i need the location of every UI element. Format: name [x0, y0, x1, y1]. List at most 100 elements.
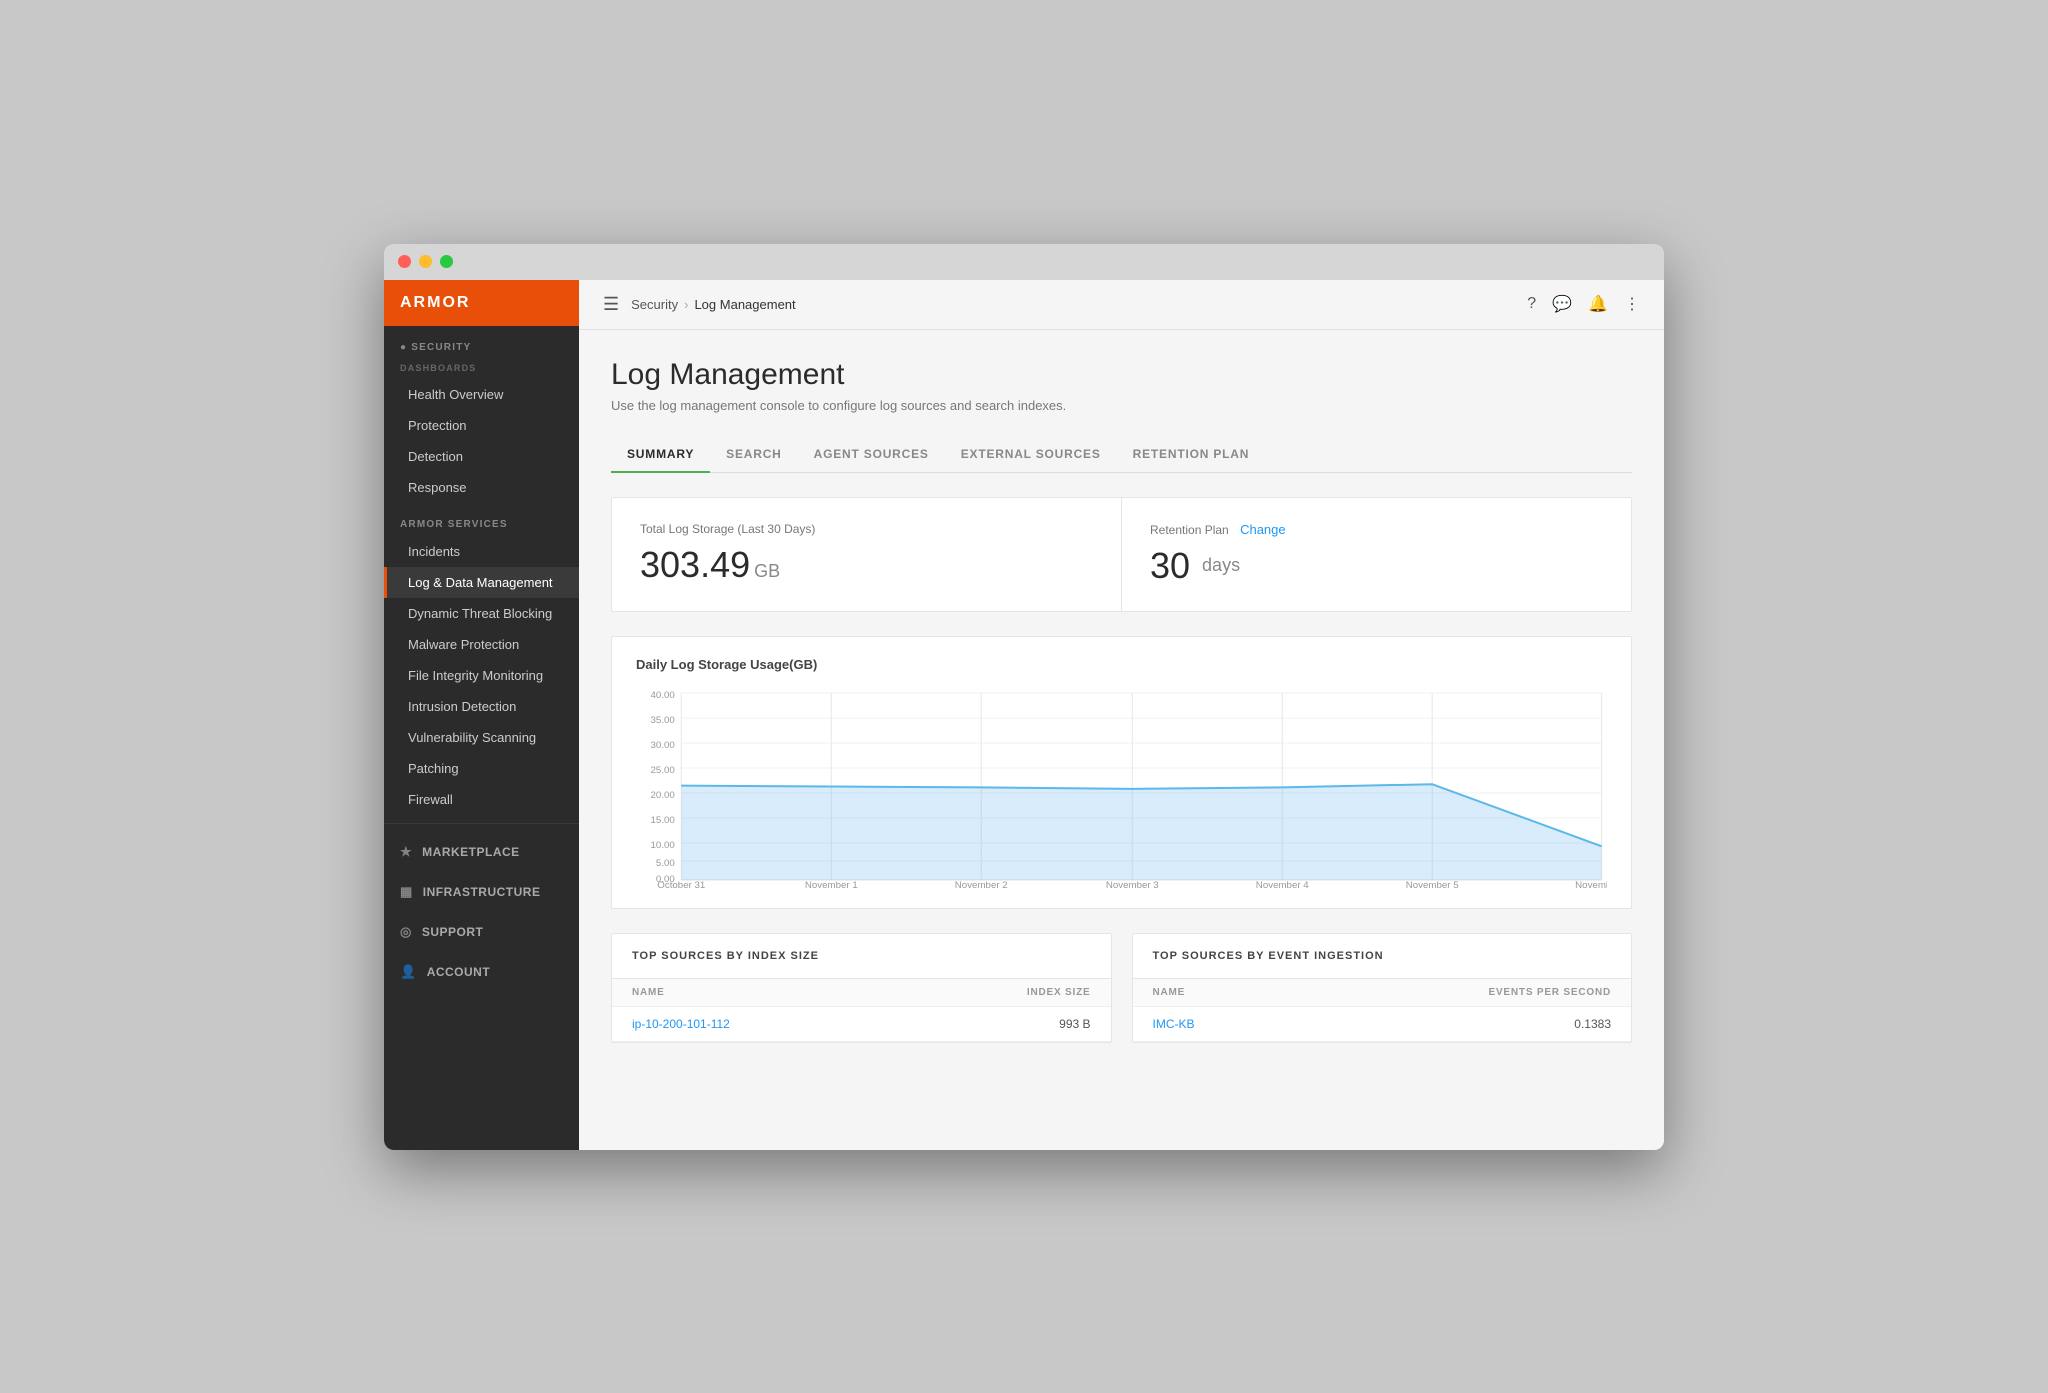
- tab-external-sources[interactable]: EXTERNAL SOURCES: [945, 437, 1117, 473]
- page-title: Log Management: [611, 358, 1632, 392]
- vulnerability-label: Vulnerability Scanning: [408, 730, 536, 745]
- retention-change-link[interactable]: Change: [1240, 522, 1286, 537]
- retention-value: 30days: [1150, 545, 1603, 587]
- logo-text: ARMOR: [400, 294, 470, 312]
- svg-text:November 5: November 5: [1406, 880, 1459, 888]
- marketplace-label: MARKETPLACE: [422, 845, 520, 859]
- sidebar-item-detection[interactable]: Detection: [384, 441, 579, 472]
- response-label: Response: [408, 480, 467, 495]
- sidebar-item-dynamic-threat[interactable]: Dynamic Threat Blocking: [384, 598, 579, 629]
- support-label: SUPPORT: [422, 925, 484, 939]
- svg-text:November 6: November 6: [1575, 880, 1607, 888]
- svg-text:30.00: 30.00: [651, 740, 675, 750]
- maximize-button[interactable]: [440, 255, 453, 268]
- svg-text:25.00: 25.00: [651, 765, 675, 775]
- chart-svg: 40.00 35.00 30.00 25.00 20.00 15.00 10.0…: [636, 688, 1607, 888]
- notifications-icon[interactable]: 🔔: [1588, 294, 1608, 314]
- sidebar-item-marketplace[interactable]: ★ MARKETPLACE: [384, 832, 579, 872]
- protection-label: Protection: [408, 418, 467, 433]
- close-button[interactable]: [398, 255, 411, 268]
- events-col-name: NAME: [1153, 987, 1472, 998]
- svg-text:November 2: November 2: [955, 880, 1008, 888]
- sidebar-item-patching[interactable]: Patching: [384, 753, 579, 784]
- tab-retention-plan[interactable]: RETENTION PLAN: [1117, 437, 1266, 473]
- sidebar-item-infrastructure[interactable]: ▦ INFRASTRUCTURE: [384, 872, 579, 912]
- retention-unit: days: [1202, 555, 1240, 576]
- health-overview-label: Health Overview: [408, 387, 503, 402]
- index-col-value: INDEX SIZE: [951, 987, 1091, 998]
- topbar: ☰ Security › Log Management ? 💬 🔔 ⋮: [579, 280, 1664, 330]
- account-label: ACCOUNT: [427, 965, 491, 979]
- sidebar-item-incidents[interactable]: Incidents: [384, 536, 579, 567]
- firewall-label: Firewall: [408, 792, 453, 807]
- main-content: ☰ Security › Log Management ? 💬 🔔 ⋮ Log …: [579, 280, 1664, 1150]
- sidebar-item-protection[interactable]: Protection: [384, 410, 579, 441]
- chart-section: Daily Log Storage Usage(GB) 40.00 35.00 …: [611, 636, 1632, 909]
- top-sources-events-header: NAME EVENTS PER SECOND: [1133, 979, 1632, 1007]
- top-sources-index-card: TOP SOURCES BY INDEX SIZE NAME INDEX SIZ…: [611, 933, 1112, 1043]
- file-integrity-label: File Integrity Monitoring: [408, 668, 543, 683]
- table-row: ip-10-200-101-112 993 B: [612, 1007, 1111, 1042]
- svg-text:15.00: 15.00: [651, 815, 675, 825]
- events-row-0-name[interactable]: IMC-KB: [1153, 1017, 1472, 1031]
- sidebar: ARMOR ● SECURITY DASHBOARDS Health Overv…: [384, 280, 579, 1150]
- breadcrumb-separator: ›: [684, 297, 688, 312]
- chat-icon[interactable]: 💬: [1552, 294, 1572, 314]
- storage-stat: Total Log Storage (Last 30 Days) 303.49G…: [612, 498, 1121, 611]
- storage-number: 303.49: [640, 544, 750, 585]
- index-row-0-value: 993 B: [951, 1017, 1091, 1031]
- account-icon: 👤: [400, 964, 417, 980]
- index-col-name: NAME: [632, 987, 951, 998]
- chart-container: 40.00 35.00 30.00 25.00 20.00 15.00 10.0…: [636, 688, 1607, 888]
- sidebar-item-malware[interactable]: Malware Protection: [384, 629, 579, 660]
- support-icon: ◎: [400, 924, 412, 940]
- top-sources-events-title: TOP SOURCES BY EVENT INGESTION: [1133, 934, 1632, 979]
- index-row-0-name[interactable]: ip-10-200-101-112: [632, 1017, 951, 1031]
- intrusion-label: Intrusion Detection: [408, 699, 516, 714]
- help-icon[interactable]: ?: [1527, 295, 1536, 313]
- more-icon[interactable]: ⋮: [1624, 294, 1640, 314]
- top-sources-index-header: NAME INDEX SIZE: [612, 979, 1111, 1007]
- svg-text:November 4: November 4: [1256, 880, 1309, 888]
- svg-text:10.00: 10.00: [651, 840, 675, 850]
- tab-search[interactable]: SEARCH: [710, 437, 797, 473]
- dynamic-threat-label: Dynamic Threat Blocking: [408, 606, 552, 621]
- breadcrumb-parent[interactable]: Security: [631, 297, 678, 312]
- retention-label: Retention Plan Change: [1150, 522, 1603, 537]
- sidebar-item-intrusion[interactable]: Intrusion Detection: [384, 691, 579, 722]
- sidebar-item-file-integrity[interactable]: File Integrity Monitoring: [384, 660, 579, 691]
- breadcrumb-current: Log Management: [694, 297, 795, 312]
- dashboards-label: DASHBOARDS: [384, 359, 579, 379]
- sidebar-item-account[interactable]: 👤 ACCOUNT: [384, 952, 579, 992]
- patching-label: Patching: [408, 761, 459, 776]
- sidebar-item-response[interactable]: Response: [384, 472, 579, 503]
- tab-agent-sources[interactable]: AGENT SOURCES: [798, 437, 945, 473]
- retention-label-text: Retention Plan: [1150, 523, 1229, 537]
- sidebar-item-vulnerability[interactable]: Vulnerability Scanning: [384, 722, 579, 753]
- armor-services-label: ARMOR SERVICES: [384, 503, 579, 536]
- incidents-label: Incidents: [408, 544, 460, 559]
- svg-text:35.00: 35.00: [651, 715, 675, 725]
- breadcrumb: Security › Log Management: [631, 297, 796, 312]
- sidebar-item-health-overview[interactable]: Health Overview: [384, 379, 579, 410]
- tab-summary[interactable]: SUMMARY: [611, 437, 710, 473]
- svg-text:20.00: 20.00: [651, 790, 675, 800]
- sidebar-item-firewall[interactable]: Firewall: [384, 784, 579, 815]
- storage-value: 303.49GB: [640, 544, 1093, 586]
- stats-row: Total Log Storage (Last 30 Days) 303.49G…: [611, 497, 1632, 612]
- svg-text:October 31: October 31: [657, 880, 705, 888]
- page-description: Use the log management console to config…: [611, 398, 1632, 413]
- topbar-icons: ? 💬 🔔 ⋮: [1527, 294, 1640, 314]
- events-row-0-value: 0.1383: [1471, 1017, 1611, 1031]
- storage-unit: GB: [754, 561, 780, 581]
- malware-label: Malware Protection: [408, 637, 519, 652]
- svg-text:November 1: November 1: [805, 880, 858, 888]
- page-content: Log Management Use the log management co…: [579, 330, 1664, 1150]
- sidebar-item-support[interactable]: ◎ SUPPORT: [384, 912, 579, 952]
- sidebar-item-log-data[interactable]: Log & Data Management: [384, 567, 579, 598]
- svg-text:November 3: November 3: [1106, 880, 1159, 888]
- infrastructure-label: INFRASTRUCTURE: [423, 885, 541, 899]
- menu-icon[interactable]: ☰: [603, 294, 619, 315]
- table-row: IMC-KB 0.1383: [1133, 1007, 1632, 1042]
- minimize-button[interactable]: [419, 255, 432, 268]
